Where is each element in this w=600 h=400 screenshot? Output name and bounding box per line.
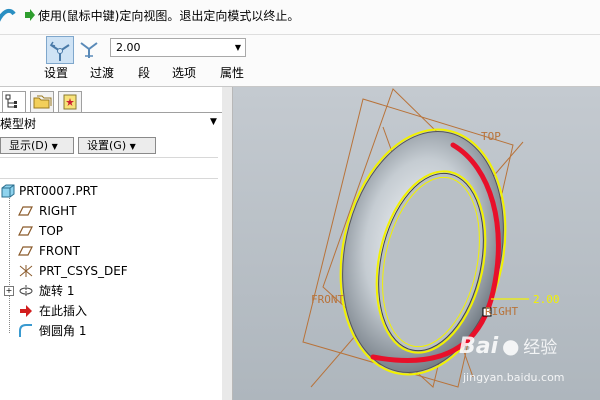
datum-plane-icon: [18, 206, 33, 216]
panel-splitter[interactable]: [222, 87, 233, 400]
tab-settings[interactable]: 设置: [44, 66, 68, 80]
dimension-value[interactable]: 2.00: [533, 293, 560, 306]
revolve-icon: [19, 285, 33, 297]
model-tree-icon: [5, 94, 17, 108]
tab-folder-browser[interactable]: [30, 91, 54, 113]
anchor-orient-button[interactable]: [76, 36, 104, 64]
expand-icon[interactable]: +: [4, 286, 14, 296]
tab-favorites[interactable]: [58, 91, 82, 113]
tree-item-front[interactable]: FRONT: [0, 242, 220, 260]
datum-plane-icon: [18, 226, 33, 236]
tree-filter-row: [0, 157, 218, 179]
show-button[interactable]: 显示(D) ▼: [0, 137, 74, 154]
tab-model-tree[interactable]: [2, 91, 26, 113]
tab-underline: [0, 112, 222, 113]
tree-item-label: FRONT: [39, 244, 80, 258]
message-area: 使用(鼠标中键)定向视图。退出定向模式以终止。: [0, 0, 600, 35]
tab-properties[interactable]: 属性: [220, 66, 244, 80]
chevron-down-icon: ▼: [129, 142, 136, 151]
plane-label-right: RIGHT: [485, 305, 518, 318]
plane-label-front: FRONT: [311, 293, 344, 306]
datum-plane-icon: [18, 246, 33, 256]
show-button-label: 显示(D): [9, 139, 49, 152]
tree-item-label: RIGHT: [39, 204, 77, 218]
baidu-jingyan-watermark: Bai ● 经验: [459, 333, 557, 359]
navigator-panel: 模型树 ▼ 显示(D) ▼ 设置(G) ▼ PRT0007.PRT RIGHT …: [0, 87, 223, 400]
folder-icon: [33, 95, 52, 109]
tab-segment[interactable]: 段: [138, 66, 150, 80]
chevron-down-icon[interactable]: ▼: [235, 39, 241, 56]
tab-transition[interactable]: 过渡: [90, 66, 114, 80]
anchor-icon: [80, 42, 98, 58]
plane-label-top: TOP: [481, 130, 501, 143]
orient-dashboard: 使用(鼠标中键)定向视图。退出定向模式以终止。 2.00 ▼ 设置 过渡 段 选…: [0, 0, 600, 87]
spin-center-button[interactable]: [46, 36, 74, 64]
tree-item-csys[interactable]: PRT_CSYS_DEF: [0, 262, 220, 280]
orient-mode-icon[interactable]: [0, 6, 16, 30]
tree-item-label: 倒圆角 1: [39, 324, 87, 338]
watermark-suffix: 经验: [523, 338, 558, 358]
tree-item-top[interactable]: TOP: [0, 222, 220, 240]
chevron-down-icon: ▼: [51, 142, 58, 151]
model-tree-title: 模型树: [0, 117, 37, 131]
settings-button-label: 设置(G): [87, 139, 127, 152]
tree-item-label: PRT0007.PRT: [19, 184, 98, 198]
tab-options[interactable]: 选项: [172, 66, 196, 80]
tree-item-part[interactable]: PRT0007.PRT: [0, 182, 220, 200]
chevron-down-icon[interactable]: ▼: [210, 117, 217, 127]
spin-icon: [49, 41, 70, 61]
tree-item-label: 在此插入: [39, 304, 88, 318]
message-text: 使用(鼠标中键)定向视图。退出定向模式以终止。: [38, 9, 300, 23]
tree-item-label: PRT_CSYS_DEF: [39, 264, 128, 278]
watermark-url: jingyan.baidu.com: [463, 371, 565, 384]
paw-icon: ●: [501, 334, 520, 358]
sensitivity-select[interactable]: 2.00 ▼: [110, 38, 246, 57]
tree-item-right[interactable]: RIGHT: [0, 202, 220, 220]
tree-item-insert-here[interactable]: 在此插入: [0, 302, 220, 320]
message-arrow-icon: [25, 9, 35, 21]
sensitivity-value: 2.00: [116, 41, 141, 54]
favorites-icon: [63, 94, 77, 110]
watermark-brand: Bai: [459, 334, 499, 359]
settings-button[interactable]: 设置(G) ▼: [78, 137, 156, 154]
tree-item-label: TOP: [39, 224, 64, 238]
tree-item-round[interactable]: 倒圆角 1: [0, 322, 220, 340]
round-icon: [19, 324, 32, 337]
tree-item-revolve[interactable]: + 旋转 1: [0, 282, 220, 300]
coordinate-system-icon: [19, 265, 33, 277]
insert-here-arrow-icon: [20, 305, 32, 317]
graphics-window[interactable]: 2.00 TOP FRONT RIGHT Bai ● 经验 jingyan.ba…: [233, 87, 600, 400]
tree-item-label: 旋转 1: [39, 284, 75, 298]
part-icon: [1, 184, 15, 198]
